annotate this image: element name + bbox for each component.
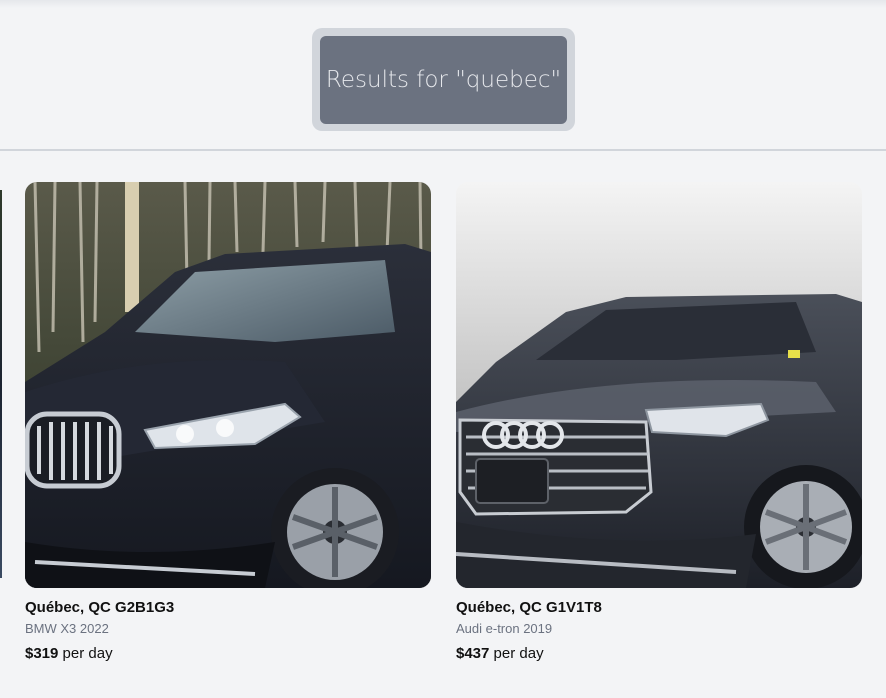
previous-card-edge[interactable] (0, 190, 2, 578)
car-photo[interactable] (25, 182, 431, 588)
results-header: Results for "quebec" (0, 0, 886, 151)
listing-card[interactable]: Québec, QC G2B1G3 BMW X3 2022 $319 per d… (25, 182, 431, 662)
price-unit: per day (62, 645, 113, 662)
audi-etron-photo (456, 182, 862, 588)
listing-model: BMW X3 2022 (25, 621, 109, 636)
car-photo[interactable] (456, 182, 862, 588)
listing-price: $437 (456, 645, 490, 662)
listing-price-line: $437 per day (456, 645, 862, 662)
results-title-button[interactable]: Results for "quebec" (320, 36, 567, 124)
listing-price-line: $319 per day (25, 645, 431, 662)
listing-card[interactable]: Québec, QC G1V1T8 Audi e-tron 2019 $437 … (456, 182, 862, 662)
listing-location[interactable]: Québec, QC G1V1T8 (456, 599, 862, 616)
listing-price: $319 (25, 645, 59, 662)
listing-model: Audi e-tron 2019 (456, 621, 553, 636)
listing-location[interactable]: Québec, QC G2B1G3 (25, 599, 431, 616)
bmw-x3-photo (25, 182, 431, 588)
price-unit: per day (493, 645, 544, 662)
